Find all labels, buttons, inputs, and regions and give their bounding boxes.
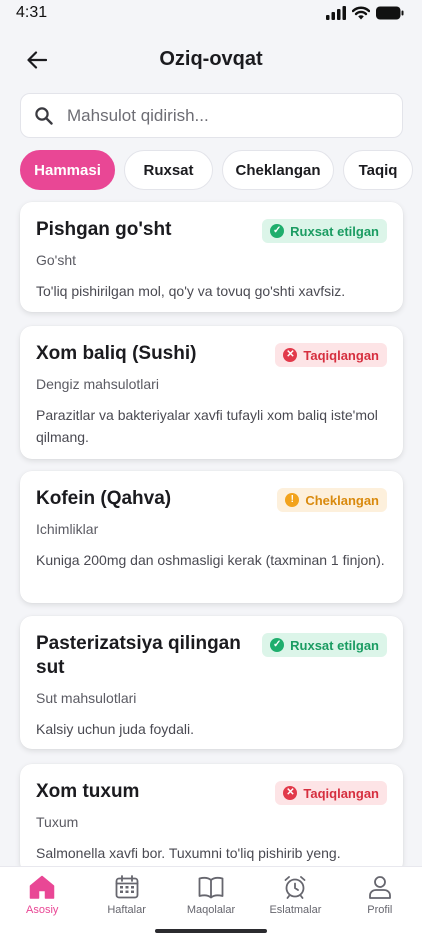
status-time: 4:31: [16, 4, 48, 21]
status-badge: ! Cheklangan: [277, 488, 387, 512]
home-icon: [29, 875, 55, 899]
food-category: Dengiz mahsulotlari: [36, 376, 159, 392]
search-icon: [35, 106, 53, 125]
food-title: Pishgan go'sht: [36, 219, 172, 240]
book-icon: [198, 876, 224, 899]
status-badge-label: Cheklangan: [305, 492, 379, 508]
food-category: Sut mahsulotlari: [36, 690, 137, 706]
calendar-icon: [115, 875, 139, 899]
status-badge: ✓ Ruxsat etilgan: [262, 633, 387, 657]
x-circle-icon: ✕: [283, 786, 298, 800]
food-card[interactable]: Pasterizatsiya qilingan sut ✓ Ruxsat eti…: [20, 616, 403, 749]
filter-chip-allowed[interactable]: Ruxsat: [124, 150, 213, 190]
food-category: Go'sht: [36, 252, 77, 268]
food-category: Ichimliklar: [36, 521, 99, 537]
filter-chip-all[interactable]: Hammasi: [20, 150, 115, 190]
alarm-clock-icon: [285, 876, 306, 899]
filter-chip-banned[interactable]: Taqiq: [343, 150, 413, 190]
food-card[interactable]: Xom baliq (Sushi) ✕ Taqiqlangan Dengiz m…: [20, 326, 403, 459]
food-description: To'liq pishirilgan mol, qo'y va tovuq go…: [36, 283, 346, 299]
status-badge-label: Ruxsat etilgan: [290, 637, 379, 653]
nav-item-home[interactable]: Asosiy: [0, 867, 84, 943]
nav-label: Eslatmalar: [269, 904, 322, 916]
nav-label: Haftalar: [107, 904, 146, 916]
home-indicator: [155, 929, 267, 933]
food-description: Kuniga 200mg dan oshmasligi kerak (taxmi…: [36, 552, 385, 568]
battery-icon: [376, 6, 404, 20]
status-badge: ✓ Ruxsat etilgan: [262, 219, 387, 243]
status-badge-label: Taqiqlangan: [303, 347, 379, 363]
status-badge-label: Ruxsat etilgan: [290, 223, 379, 239]
search-input[interactable]: [67, 105, 367, 126]
filter-chips: Hammasi Ruxsat Cheklangan Taqiq: [20, 150, 422, 190]
food-category: Tuxum: [36, 814, 79, 830]
food-title: Xom baliq (Sushi): [36, 343, 197, 364]
check-circle-icon: ✓: [270, 224, 285, 238]
food-description: Kalsiy uchun juda foydali.: [36, 721, 194, 737]
wifi-icon: [352, 6, 370, 20]
nav-label: Profil: [367, 904, 393, 916]
food-description: Parazitlar va bakteriyalar xavfi tufayli…: [36, 407, 378, 445]
food-card[interactable]: Pishgan go'sht ✓ Ruxsat etilgan Go'sht T…: [20, 202, 403, 312]
food-card[interactable]: Xom tuxum ✕ Taqiqlangan Tuxum Salmonella…: [20, 764, 403, 874]
page-title: Oziq-ovqat: [159, 47, 263, 70]
status-badge-label: Taqiqlangan: [303, 785, 379, 801]
nav-item-profile[interactable]: Profil: [338, 867, 422, 943]
nav-label: Asosiy: [26, 904, 59, 916]
status-badge: ✕ Taqiqlangan: [275, 343, 387, 367]
food-title: Xom tuxum: [36, 781, 140, 802]
x-circle-icon: ✕: [283, 348, 298, 362]
profile-icon: [368, 876, 391, 899]
app-header: Oziq-ovqat: [0, 36, 422, 82]
back-button[interactable]: [22, 45, 52, 75]
food-title: Kofein (Qahva): [36, 488, 172, 509]
search-box[interactable]: [20, 93, 403, 138]
status-icons: [326, 6, 404, 20]
food-card[interactable]: Kofein (Qahva) ! Cheklangan Ichimliklar …: [20, 471, 403, 603]
nav-label: Maqolalar: [186, 904, 236, 916]
check-circle-icon: ✓: [270, 638, 285, 652]
arrow-left-icon: [27, 51, 47, 69]
food-title: Pasterizatsiya qilingan sut: [36, 633, 241, 678]
exclamation-circle-icon: !: [285, 493, 300, 507]
cellular-signal-icon: [326, 6, 346, 20]
status-badge: ✕ Taqiqlangan: [275, 781, 387, 805]
filter-chip-limited[interactable]: Cheklangan: [222, 150, 334, 190]
status-bar: 4:31: [0, 0, 422, 26]
food-description: Salmonella xavfi bor. Tuxumni to'liq pis…: [36, 845, 341, 861]
